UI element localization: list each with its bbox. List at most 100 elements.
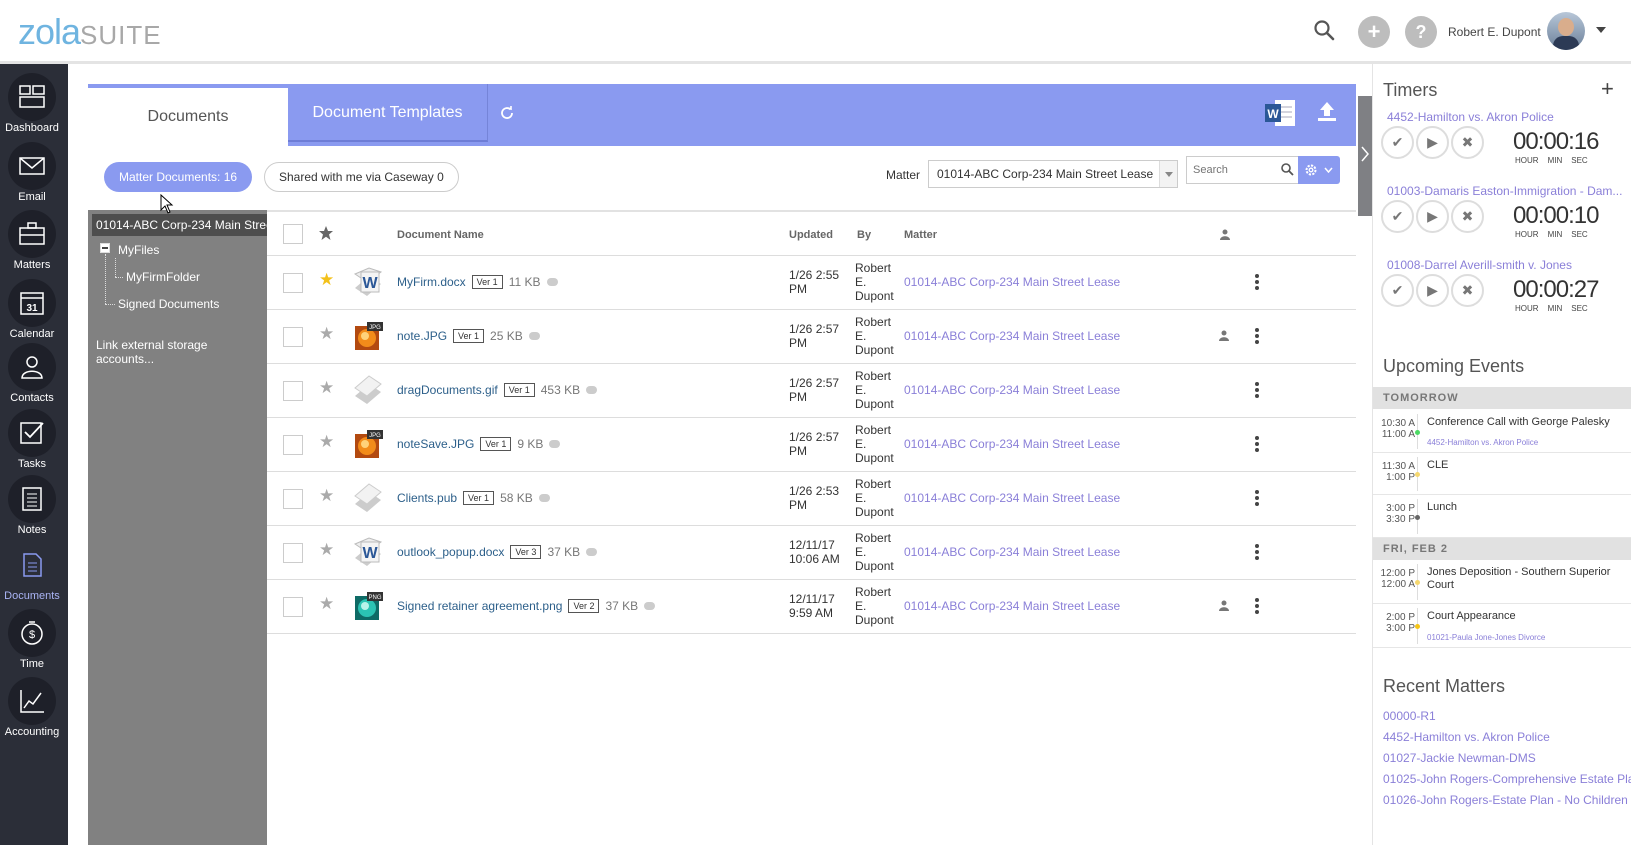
recent-matter-link[interactable]: 01025-John Rogers-Comprehensive Estate P… [1383,772,1631,786]
matter-link[interactable]: 01014-ABC Corp-234 Main Street Lease [904,383,1120,397]
check-icon[interactable]: ✔ [1381,274,1414,307]
star-icon[interactable]: ★ [319,324,334,344]
upload-icon[interactable] [1316,100,1338,122]
row-checkbox[interactable] [283,489,303,509]
zolasuite-logo[interactable]: zolaSUITE [18,14,162,50]
document-name-link[interactable]: Signed retainer agreement.png [397,599,562,613]
event-item[interactable]: 3:00 P 3:30 P Lunch [1373,495,1631,538]
tree-myfirmfolder[interactable]: MyFirmFolder [126,270,200,284]
row-checkbox[interactable] [283,381,303,401]
tree-myfiles[interactable]: MyFiles [118,243,159,257]
row-checkbox[interactable] [283,273,303,293]
chevron-down-icon[interactable] [1596,27,1606,33]
comment-icon[interactable] [538,494,550,502]
comment-icon[interactable] [586,548,598,556]
event-item[interactable]: 2:00 P 3:00 P Court Appearance 01021-Paula … [1373,604,1631,648]
link-external-storage[interactable]: Link external storage accounts... [96,338,267,366]
table-row[interactable]: ★ dragDocuments.gif Ver 1 453 KB 1/26 2:57 PM… [267,364,1356,418]
collapse-panel-handle[interactable] [1358,96,1372,216]
table-row[interactable]: ★ W MyFirm.docx Ver 1 11 KB 1/26 2:55 PM Robert… [267,256,1356,310]
comment-icon[interactable] [528,332,540,340]
row-checkbox[interactable] [283,435,303,455]
recent-matter-link[interactable]: 01026-John Rogers-Estate Plan - No Child… [1383,793,1628,807]
close-icon[interactable]: ✖ [1451,274,1484,307]
nav-accounting[interactable]: Accounting [0,672,64,740]
comment-icon[interactable] [586,386,598,394]
recent-matter-link[interactable]: 00000-R1 [1383,709,1436,723]
more-actions-icon[interactable] [1255,382,1259,400]
version-badge[interactable]: Ver 3 [510,545,542,559]
tab-document-templates[interactable]: Document Templates [288,84,488,142]
matter-documents-filter[interactable]: Matter Documents: 16 [104,162,253,192]
word-icon[interactable]: W [1263,98,1297,128]
refresh-icon[interactable] [498,104,516,122]
document-name-link[interactable]: dragDocuments.gif [397,383,498,397]
document-name-link[interactable]: note.JPG [397,329,447,343]
close-icon[interactable]: ✖ [1451,200,1484,233]
event-item[interactable]: 11:30 A 1:00 P CLE [1373,453,1631,495]
add-timer-button[interactable]: + [1601,76,1614,102]
document-name-link[interactable]: noteSave.JPG [397,437,474,451]
close-icon[interactable]: ✖ [1451,126,1484,159]
matter-link[interactable]: 01014-ABC Corp-234 Main Street Lease [904,329,1120,343]
nav-dashboard[interactable]: Dashboard [0,68,64,136]
row-checkbox[interactable] [283,543,303,563]
settings-dropdown-button[interactable] [1298,156,1340,184]
matter-link[interactable]: 01014-ABC Corp-234 Main Street Lease [904,491,1120,505]
recent-matter-link[interactable]: 01027-Jackie Newman-DMS [1383,751,1536,765]
nav-calendar[interactable]: 31 Calendar [0,274,64,342]
star-icon[interactable]: ★ [319,540,334,560]
more-actions-icon[interactable] [1255,490,1259,508]
nav-tasks[interactable]: Tasks [0,404,64,472]
collapse-icon[interactable] [100,243,110,253]
more-actions-icon[interactable] [1255,328,1259,346]
table-row[interactable]: ★ Woutlook_popup.docx Ver 3 37 KB 12/11/17 10… [267,526,1356,580]
nav-time[interactable]: $ Time [0,604,64,672]
star-icon[interactable]: ★ [319,378,334,398]
matter-link[interactable]: 01014-ABC Corp-234 Main Street Lease [904,545,1120,559]
star-icon[interactable]: ★ [319,486,334,506]
matter-link[interactable]: 01014-ABC Corp-234 Main Street Lease [904,275,1120,289]
matter-link[interactable]: 01014-ABC Corp-234 Main Street Lease [904,599,1120,613]
star-icon[interactable]: ★ [319,432,334,452]
shared-person-icon[interactable] [1219,330,1229,341]
header-document-name[interactable]: Document Name [397,229,484,241]
star-icon[interactable] [318,225,334,241]
check-icon[interactable]: ✔ [1381,126,1414,159]
table-row[interactable]: ★ JPG noteSave.JPG Ver 19 KB 1/26 2:57 PM Robe… [267,418,1356,472]
header-by[interactable]: By [857,229,871,241]
comment-icon[interactable] [644,602,656,610]
star-icon[interactable]: ★ [319,594,334,614]
version-badge[interactable]: Ver 1 [471,275,503,289]
header-matter[interactable]: Matter [904,229,937,241]
document-name-link[interactable]: outlook_popup.docx [397,545,504,559]
help-button[interactable]: ? [1405,16,1437,48]
event-item[interactable]: 12:00 P 12:00 A Jones Deposition - Souther… [1373,560,1631,604]
comment-icon[interactable] [546,278,558,286]
nav-matters[interactable]: Matters [0,205,64,273]
document-name-link[interactable]: MyFirm.docx [397,275,466,289]
nav-contacts[interactable]: Contacts [0,338,64,406]
play-icon[interactable]: ▶ [1416,200,1449,233]
more-actions-icon[interactable] [1255,544,1259,562]
star-icon[interactable]: ★ [319,270,334,290]
document-name-link[interactable]: Clients.pub [397,491,457,505]
matter-select[interactable]: 01014-ABC Corp-234 Main Street Lease [928,160,1178,188]
tree-root-matter[interactable]: 01014-ABC Corp-234 Main Street [92,214,267,236]
search-icon[interactable] [1312,18,1336,42]
table-row[interactable]: ★ Clients.pub Ver 1 58 KB 1/26 2:53 PM Robert E… [267,472,1356,526]
nav-documents[interactable]: Documents [0,536,64,604]
recent-matter-link[interactable]: 4452-Hamilton vs. Akron Police [1383,730,1550,744]
more-actions-icon[interactable] [1255,274,1259,292]
nav-notes[interactable]: Notes [0,470,64,538]
timer-matter-link[interactable]: 4452-Hamilton vs. Akron Police [1387,110,1627,124]
user-name[interactable]: Robert E. Dupont [1448,25,1541,39]
shared-person-icon[interactable] [1219,600,1229,611]
more-actions-icon[interactable] [1255,598,1259,616]
avatar[interactable] [1547,12,1585,50]
timer-matter-link[interactable]: 01003-Damaris Easton-Immigration - Dam..… [1387,184,1627,198]
event-item[interactable]: 10:30 A 11:00 A Conference Call with Georg… [1373,410,1631,453]
check-icon[interactable]: ✔ [1381,200,1414,233]
version-badge[interactable]: Ver 1 [463,491,495,505]
select-all-checkbox[interactable] [283,224,303,244]
